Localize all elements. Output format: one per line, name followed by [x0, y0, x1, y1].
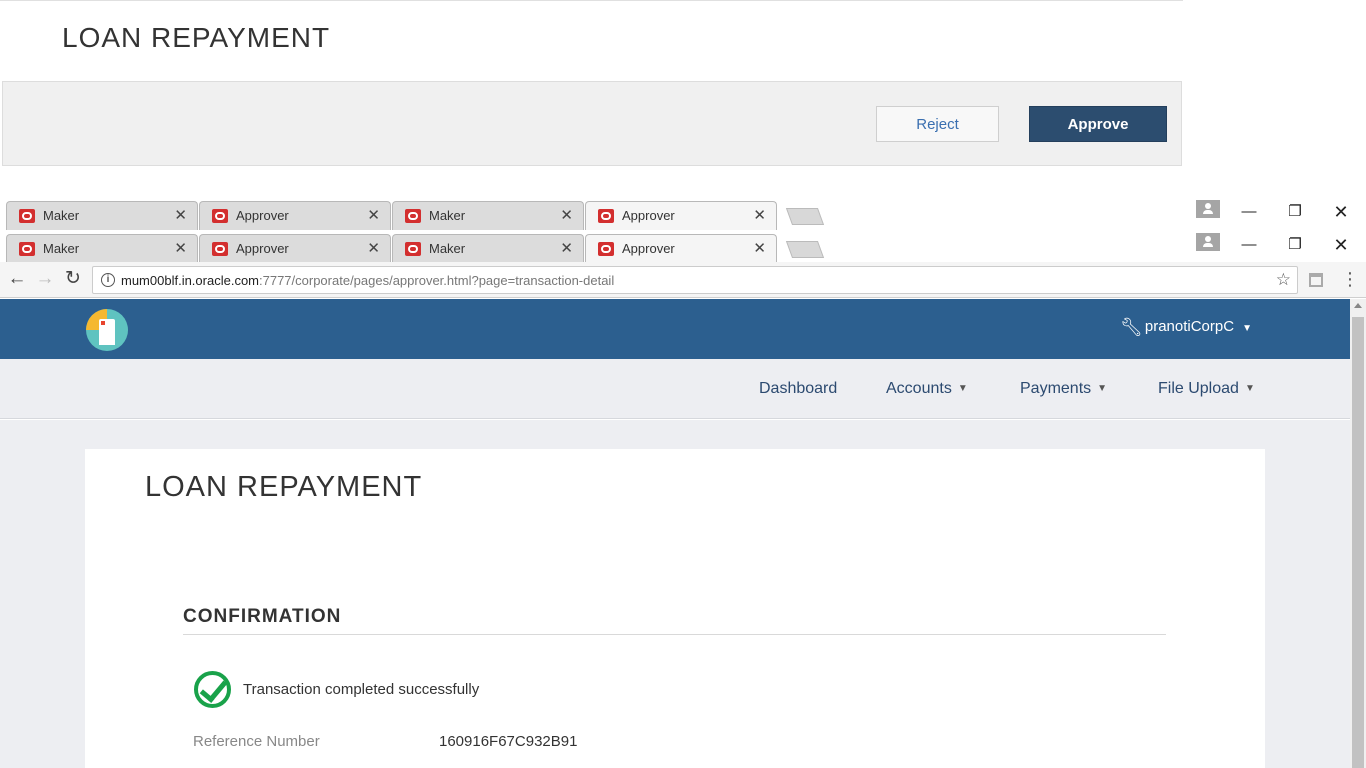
minimize-icon[interactable]: — — [1236, 234, 1262, 256]
reference-number-value: 160916F67C932B91 — [439, 733, 578, 750]
oracle-favicon-icon — [405, 209, 421, 223]
tab-close-icon[interactable]: ✕ — [367, 239, 380, 257]
tab-label: Maker — [429, 208, 466, 223]
caret-down-icon: ▼ — [957, 383, 968, 394]
tab-close-icon[interactable]: ✕ — [753, 206, 766, 224]
content-card: LOAN REPAYMENT CONFIRMATION Transaction … — [85, 449, 1265, 768]
browser-toolbar: ← → ↻ i mum00blf.in.oracle.com:7777/corp… — [0, 262, 1366, 298]
stale-page-fragment: LOAN REPAYMENT Reject Approve — [0, 0, 1366, 200]
section-heading: CONFIRMATION — [183, 606, 342, 627]
tab-close-icon[interactable]: ✕ — [560, 239, 573, 257]
bookmark-star-icon[interactable]: ☆ — [1276, 270, 1291, 290]
tab-label: Maker — [429, 241, 466, 256]
nav-label: File Upload — [1158, 380, 1239, 397]
tab-close-icon[interactable]: ✕ — [174, 206, 187, 224]
oracle-favicon-icon — [598, 242, 614, 256]
tab-close-icon[interactable]: ✕ — [753, 239, 766, 257]
wrench-icon: 🔧︎ — [1120, 317, 1143, 337]
browser-tab[interactable]: Maker ✕ — [6, 201, 198, 230]
nav-accounts[interactable]: Accounts ▼ — [886, 380, 968, 398]
nav-label: Dashboard — [759, 380, 838, 397]
caret-down-icon: ▼ — [1244, 383, 1255, 394]
main-nav: Dashboard Accounts ▼ Payments ▼ File Uploa… — [0, 359, 1350, 419]
oracle-favicon-icon — [212, 242, 228, 256]
oracle-favicon-icon — [19, 242, 35, 256]
oracle-favicon-icon — [405, 242, 421, 256]
user-name: pranotiCorpC — [1144, 318, 1235, 335]
tab-label: Approver — [622, 208, 675, 223]
maximize-icon[interactable]: ❐ — [1282, 201, 1308, 223]
browser-tab-active[interactable]: Approver ✕ — [585, 201, 777, 230]
browser-tabstrip: Maker ✕ Approver ✕ Maker ✕ Approver ✕ — … — [0, 199, 1366, 230]
section-divider — [183, 634, 1166, 635]
fragment-top-line — [0, 0, 1183, 1]
tab-close-icon[interactable]: ✕ — [560, 206, 573, 224]
nav-label: Payments — [1020, 380, 1092, 397]
check-circle-icon — [194, 671, 231, 708]
browser-menu-icon[interactable]: ⋮ — [1341, 268, 1359, 290]
reload-icon[interactable]: ↻ — [62, 268, 84, 290]
back-arrow-icon[interactable]: ← — [6, 268, 28, 290]
tab-close-icon[interactable]: ✕ — [174, 239, 187, 257]
extension-icon[interactable] — [1309, 273, 1323, 287]
approve-button[interactable]: Approve — [1029, 106, 1167, 142]
profile-icon[interactable] — [1196, 233, 1220, 251]
url-path: :7777/corporate/pages/approver.html?page… — [259, 273, 615, 288]
bank-logo[interactable] — [86, 309, 128, 351]
browser-tab[interactable]: Maker ✕ — [392, 234, 584, 263]
nav-file-upload[interactable]: File Upload ▼ — [1158, 380, 1255, 398]
approval-action-bar: Reject Approve — [2, 81, 1182, 166]
browser-tab[interactable]: Maker ✕ — [6, 234, 198, 263]
app-header: 🔧︎ pranotiCorpC ▼ — [0, 299, 1350, 359]
window-close-icon[interactable]: ✕ — [1328, 234, 1354, 256]
browser-tab-active[interactable]: Approver ✕ — [585, 234, 777, 263]
browser-tab[interactable]: Maker ✕ — [392, 201, 584, 230]
scroll-up-arrow-icon[interactable] — [1354, 303, 1362, 308]
caret-down-icon: ▼ — [1097, 383, 1108, 394]
nav-payments[interactable]: Payments ▼ — [1020, 380, 1107, 398]
url-host: mum00blf.in.oracle.com — [121, 273, 259, 288]
chevron-down-icon: ▼ — [1242, 323, 1252, 334]
oracle-favicon-icon — [19, 209, 35, 223]
tab-label: Approver — [236, 241, 289, 256]
browser-tabstrip: Maker ✕ Approver ✕ Maker ✕ Approver ✕ — … — [0, 232, 1366, 263]
url-text[interactable]: mum00blf.in.oracle.com:7777/corporate/pa… — [121, 273, 614, 288]
page-scrollbar[interactable] — [1350, 299, 1366, 768]
info-icon[interactable]: i — [101, 273, 115, 287]
tab-label: Approver — [236, 208, 289, 223]
fragment-page-title: LOAN REPAYMENT — [62, 22, 331, 53]
reference-number-label: Reference Number — [193, 733, 320, 750]
tab-label: Maker — [43, 241, 80, 256]
tab-label: Maker — [43, 208, 80, 223]
reject-button[interactable]: Reject — [876, 106, 999, 142]
browser-tab[interactable]: Approver ✕ — [199, 234, 391, 263]
new-tab-button[interactable] — [785, 241, 825, 258]
tab-label: Approver — [622, 241, 675, 256]
window-close-icon[interactable]: ✕ — [1328, 201, 1354, 223]
oracle-favicon-icon — [212, 209, 228, 223]
address-bar[interactable]: i mum00blf.in.oracle.com:7777/corporate/… — [92, 266, 1298, 294]
forward-arrow-icon[interactable]: → — [34, 268, 56, 290]
nav-label: Accounts — [886, 380, 952, 397]
new-tab-button[interactable] — [785, 208, 825, 225]
logo-accent — [101, 321, 105, 325]
nav-dashboard[interactable]: Dashboard — [759, 380, 837, 398]
success-message: Transaction completed successfully — [243, 681, 480, 698]
browser-tab[interactable]: Approver ✕ — [199, 201, 391, 230]
page-title: LOAN REPAYMENT — [145, 471, 423, 503]
maximize-icon[interactable]: ❐ — [1282, 234, 1308, 256]
scrollbar-thumb[interactable] — [1352, 317, 1364, 768]
profile-icon[interactable] — [1196, 200, 1220, 218]
minimize-icon[interactable]: — — [1236, 201, 1262, 223]
oracle-favicon-icon — [598, 209, 614, 223]
tab-close-icon[interactable]: ✕ — [367, 206, 380, 224]
user-menu[interactable]: 🔧︎ pranotiCorpC ▼ — [1120, 317, 1252, 338]
